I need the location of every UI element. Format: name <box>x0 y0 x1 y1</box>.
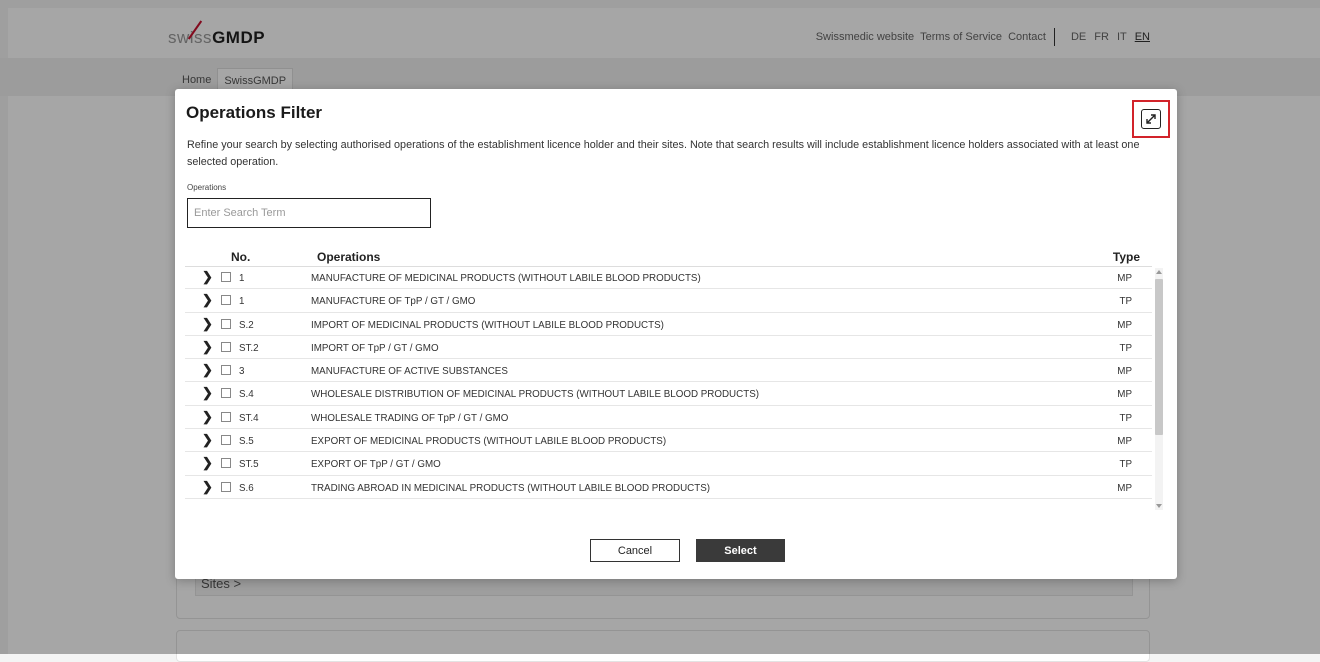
row-no: S.5 <box>239 436 254 448</box>
dialog-title: Operations Filter <box>186 103 323 122</box>
operations-filter-dialog: Operations Filter Refine your search by … <box>175 89 1177 579</box>
row-no: 1 <box>239 273 245 284</box>
row-type: MP <box>1117 482 1132 494</box>
row-type: MP <box>1117 436 1132 448</box>
row-no: S.6 <box>239 482 254 494</box>
row-checkbox[interactable] <box>221 458 231 469</box>
chevron-right-icon[interactable]: ❯ <box>202 386 213 399</box>
row-checkbox[interactable] <box>221 435 231 446</box>
row-type: MP <box>1117 389 1132 401</box>
chevron-right-icon[interactable]: ❯ <box>202 480 213 493</box>
table-row: ❯ 3 MANUFACTURE OF ACTIVE SUBSTANCES MP <box>185 359 1152 383</box>
chevron-right-icon[interactable]: ❯ <box>202 270 213 283</box>
table-row: ❯ S.4 WHOLESALE DISTRIBUTION OF MEDICINA… <box>185 382 1152 406</box>
row-type: TP <box>1119 412 1132 424</box>
row-operation: WHOLESALE TRADING OF TpP / GT / GMO <box>311 412 509 424</box>
table-row: ❯ S.2 IMPORT OF MEDICINAL PRODUCTS (WITH… <box>185 313 1152 336</box>
table-row: ❯ ST.2 IMPORT OF TpP / GT / GMO TP <box>185 336 1152 360</box>
row-operation: MANUFACTURE OF MEDICINAL PRODUCTS (WITHO… <box>311 273 701 284</box>
row-operation: IMPORT OF MEDICINAL PRODUCTS (WITHOUT LA… <box>311 319 664 331</box>
chevron-right-icon[interactable]: ❯ <box>202 410 213 423</box>
table-row: ❯ S.5 EXPORT OF MEDICINAL PRODUCTS (WITH… <box>185 429 1152 453</box>
chevron-right-icon[interactable]: ❯ <box>202 456 213 469</box>
table-row: ❯ 1 MANUFACTURE OF MEDICINAL PRODUCTS (W… <box>185 266 1152 290</box>
row-operation: EXPORT OF TpP / GT / GMO <box>311 459 441 471</box>
column-header-type: Type <box>1112 250 1140 264</box>
row-type: MP <box>1117 319 1132 331</box>
table-row: ❯ S.6 TRADING ABROAD IN MEDICINAL PRODUC… <box>185 476 1152 499</box>
operations-table-header: No. Operations Type <box>185 248 1152 267</box>
row-type: TP <box>1119 459 1132 471</box>
operations-table-body[interactable]: ❯ 1 MANUFACTURE OF MEDICINAL PRODUCTS (W… <box>185 266 1152 509</box>
row-type: MP <box>1117 366 1132 378</box>
row-no: 3 <box>239 366 245 378</box>
scroll-up-icon[interactable] <box>1156 270 1162 274</box>
operations-field-label: Operations <box>187 183 227 192</box>
row-operation: MANUFACTURE OF ACTIVE SUBSTANCES <box>311 366 508 378</box>
row-operation: EXPORT OF MEDICINAL PRODUCTS (WITHOUT LA… <box>311 436 667 448</box>
row-operation: IMPORT OF TpP / GT / GMO <box>311 342 439 354</box>
table-scrollbar[interactable] <box>1155 268 1163 510</box>
row-checkbox[interactable] <box>221 295 231 306</box>
scrollbar-thumb[interactable] <box>1155 279 1163 435</box>
row-checkbox[interactable] <box>221 365 231 376</box>
row-operation: TRADING ABROAD IN MEDICINAL PRODUCTS (WI… <box>311 482 710 494</box>
row-operation: MANUFACTURE OF TpP / GT / GMO <box>311 296 476 308</box>
row-no: 1 <box>239 296 245 308</box>
dialog-description: Refine your search by selecting authoris… <box>187 139 1140 168</box>
row-checkbox[interactable] <box>221 318 231 329</box>
scroll-down-icon[interactable] <box>1156 504 1162 508</box>
row-checkbox[interactable] <box>221 272 231 282</box>
chevron-right-icon[interactable]: ❯ <box>202 293 213 306</box>
chevron-right-icon[interactable]: ❯ <box>202 433 213 446</box>
chevron-right-icon[interactable]: ❯ <box>202 363 213 376</box>
row-checkbox[interactable] <box>221 341 231 352</box>
row-checkbox[interactable] <box>221 411 231 422</box>
chevron-right-icon[interactable]: ❯ <box>202 317 213 330</box>
row-operation: WHOLESALE DISTRIBUTION OF MEDICINAL PROD… <box>311 389 759 401</box>
operations-search-input[interactable] <box>187 198 431 228</box>
row-no: ST.5 <box>239 459 259 471</box>
table-row: ❯ ST.5 EXPORT OF TpP / GT / GMO TP <box>185 452 1152 476</box>
expand-icon <box>1141 109 1161 129</box>
chevron-right-icon[interactable]: ❯ <box>202 340 213 353</box>
table-row: ❯ ST.4 WHOLESALE TRADING OF TpP / GT / G… <box>185 406 1152 430</box>
select-button[interactable]: Select <box>696 539 785 562</box>
row-no: ST.2 <box>239 342 259 354</box>
row-no: S.2 <box>239 319 254 331</box>
row-type: TP <box>1119 342 1132 354</box>
row-type: TP <box>1119 296 1132 308</box>
row-checkbox[interactable] <box>221 388 231 399</box>
table-row: ❯ 1 MANUFACTURE OF TpP / GT / GMO TP <box>185 289 1152 313</box>
row-checkbox[interactable] <box>221 481 231 492</box>
row-no: S.4 <box>239 389 254 401</box>
column-header-no: No. <box>231 250 251 264</box>
column-header-operations: Operations <box>317 250 381 264</box>
expand-button[interactable] <box>1132 100 1170 138</box>
row-type: MP <box>1117 273 1132 284</box>
row-no: ST.4 <box>239 412 259 424</box>
cancel-button[interactable]: Cancel <box>590 539 680 562</box>
